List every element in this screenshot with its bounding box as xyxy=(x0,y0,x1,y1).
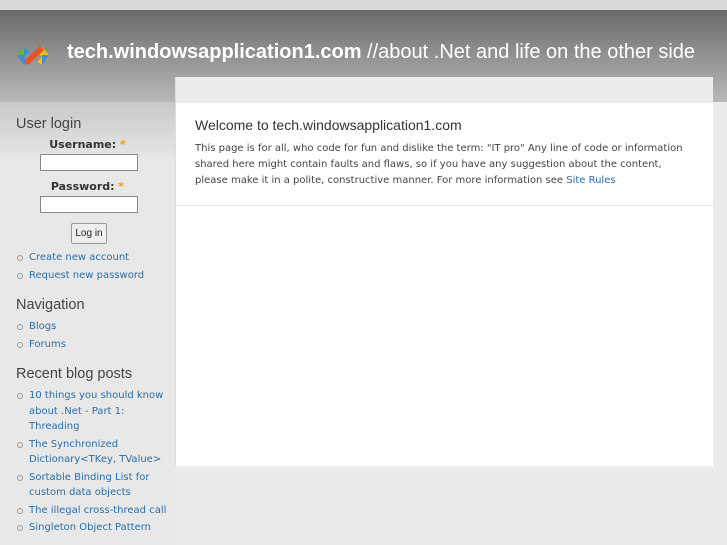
logo-icon[interactable] xyxy=(15,43,51,67)
username-label: Username: * xyxy=(49,138,126,151)
main-content: Welcome to tech.windowsapplication1.com … xyxy=(175,77,713,466)
site-rules-link[interactable]: Site Rules xyxy=(566,175,615,186)
recent-post[interactable]: The illegal cross-thread call xyxy=(16,503,176,519)
welcome-text: This page is for all, who code for fun a… xyxy=(195,143,683,186)
welcome-title: Welcome to tech.windowsapplication1.com xyxy=(195,117,462,133)
password-input[interactable] xyxy=(40,196,138,213)
navigation-title: Navigation xyxy=(16,297,85,313)
nav-blogs[interactable]: Blogs xyxy=(16,319,171,335)
recent-posts-title: Recent blog posts xyxy=(16,366,133,382)
divider xyxy=(176,205,713,206)
login-button[interactable]: Log in xyxy=(71,223,107,244)
request-password-link[interactable]: Request new password xyxy=(16,268,171,284)
site-name[interactable]: tech.windowsapplication1.com xyxy=(67,41,362,63)
create-account-link[interactable]: Create new account xyxy=(16,250,171,266)
recent-post[interactable]: 10 things you should know about .Net - P… xyxy=(16,388,166,435)
recent-post[interactable]: Singleton Object Pattern xyxy=(16,520,171,536)
site-slogan: //about .Net and life on the other side xyxy=(361,41,696,63)
top-bar xyxy=(0,0,727,10)
nav-forums[interactable]: Forums xyxy=(16,337,171,353)
recent-post[interactable]: The Synchronized Dictionary<TKey, TValue… xyxy=(16,437,166,468)
password-label: Password: * xyxy=(50,180,125,193)
recent-post[interactable]: Sortable Binding List for custom data ob… xyxy=(16,470,156,501)
login-title: User login xyxy=(16,116,82,132)
sidebar: User login Username: * Password: * Log i… xyxy=(0,102,175,545)
username-input[interactable] xyxy=(40,154,138,171)
